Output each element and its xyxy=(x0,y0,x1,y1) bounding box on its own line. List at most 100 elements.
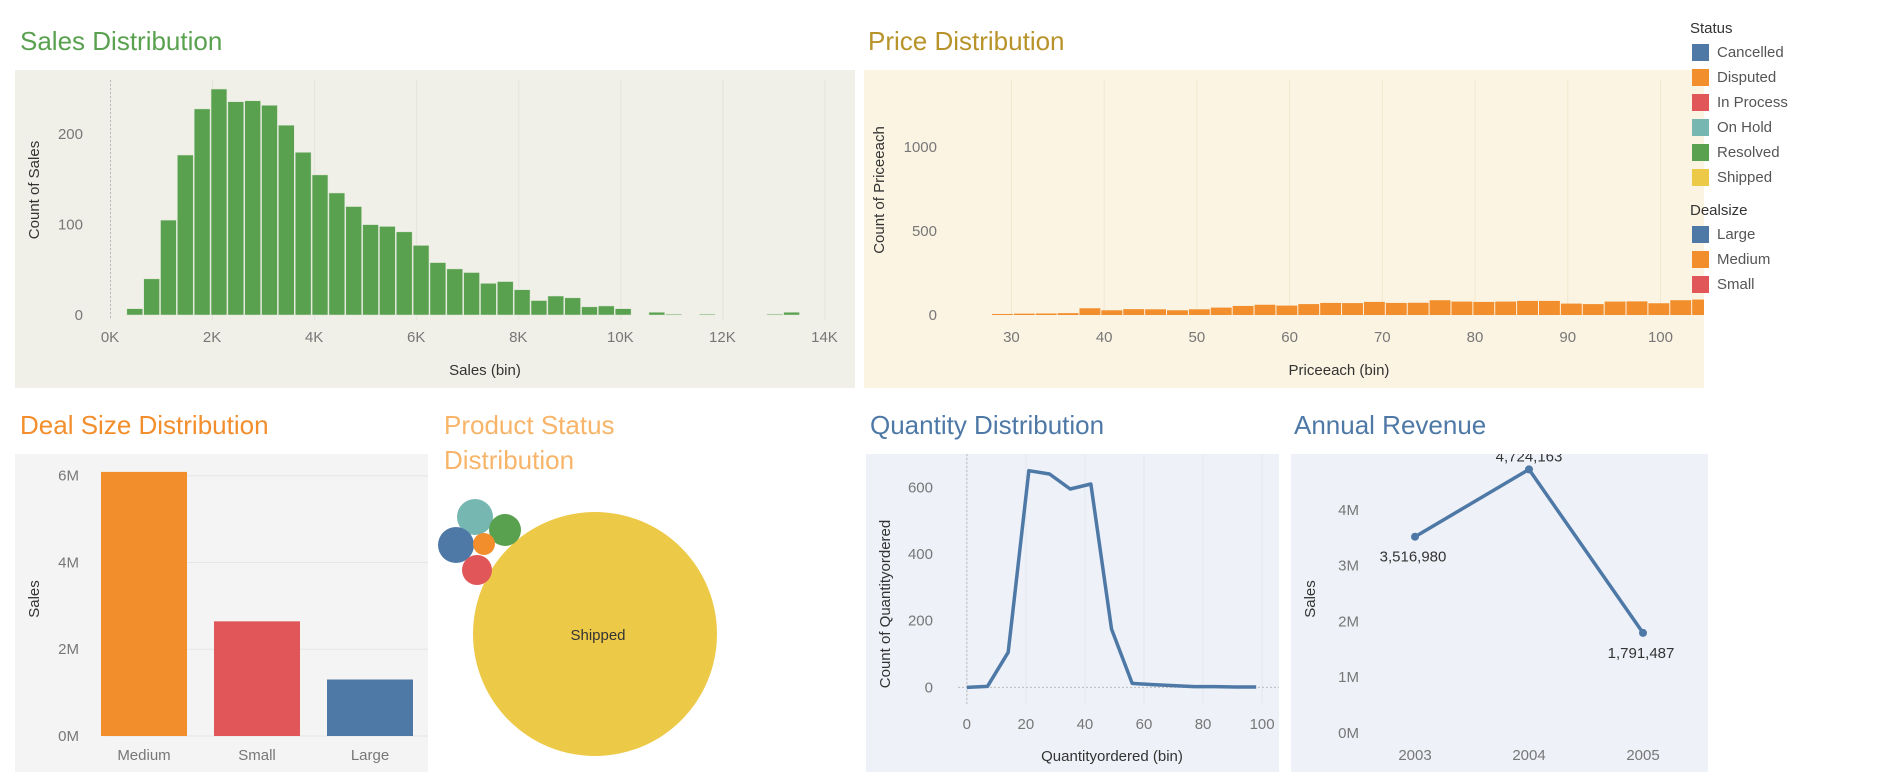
price-bar xyxy=(1429,300,1451,315)
price-bar xyxy=(1451,301,1473,315)
sales-bar xyxy=(598,305,615,316)
quantity-distribution-title: Quantity Distribution xyxy=(870,410,1105,440)
product-status-distribution-chart: Shipped xyxy=(438,499,717,756)
sales-bar xyxy=(463,272,480,316)
sales-bar xyxy=(210,88,228,316)
legend-label: On Hold xyxy=(1717,119,1773,136)
price-distribution-chart: 0 500 1000 30 40 50 60 70 80 90 100 Priceeach (bin)… xyxy=(864,70,1704,388)
sales-bar xyxy=(429,262,447,316)
legend-swatch xyxy=(1692,119,1709,136)
price-y-axis-label: Count of Priceeach xyxy=(871,126,888,254)
sales-x-tick: 2K xyxy=(203,329,221,346)
deal-size-distribution-title: Deal Size Distribution xyxy=(20,410,269,440)
status-bubble-in-process xyxy=(462,555,492,585)
legend-label: Cancelled xyxy=(1717,44,1784,61)
price-bar xyxy=(1079,308,1101,315)
dealsize-y-tick: 2M xyxy=(58,641,79,658)
price-x-tick: 60 xyxy=(1281,329,1298,346)
status-legend-item[interactable]: On Hold xyxy=(1690,115,1870,140)
sales-bar xyxy=(766,313,783,316)
status-legend-item[interactable]: Shipped xyxy=(1690,165,1870,190)
sales-bar xyxy=(345,206,362,316)
quantity-x-tick: 100 xyxy=(1250,716,1275,733)
legend-swatch xyxy=(1692,44,1709,61)
price-bar xyxy=(1232,305,1254,315)
sales-bar xyxy=(379,226,396,316)
sales-bar xyxy=(648,312,666,316)
price-bar xyxy=(1145,309,1167,315)
sales-bar xyxy=(160,219,177,316)
sales-x-axis-label: Sales (bin) xyxy=(449,362,521,379)
sales-bar xyxy=(446,268,463,316)
legend: Status Cancelled Disputed In Process On Hol… xyxy=(1690,18,1870,307)
price-bar xyxy=(1210,307,1232,315)
price-bar xyxy=(991,313,1013,315)
sales-x-tick: 10K xyxy=(607,329,634,346)
price-bar xyxy=(1604,301,1626,315)
legend-swatch xyxy=(1692,226,1709,243)
price-bar xyxy=(1407,302,1429,315)
revenue-y-tick: 4M xyxy=(1338,502,1359,519)
price-y-tick: 0 xyxy=(929,307,937,324)
revenue-x-tick: 2004 xyxy=(1512,747,1545,764)
revenue-data-label: 1,791,487 xyxy=(1608,645,1675,662)
price-bar xyxy=(1101,310,1123,315)
legend-swatch xyxy=(1692,94,1709,111)
status-bubble-disputed xyxy=(473,533,495,555)
price-bar xyxy=(1298,304,1320,315)
sales-bar xyxy=(328,192,346,316)
price-distribution-title: Price Distribution xyxy=(868,26,1065,56)
sales-bar xyxy=(295,152,312,316)
revenue-y-axis-label: Sales xyxy=(1302,580,1319,618)
sales-bar xyxy=(513,289,531,316)
price-bar xyxy=(1473,301,1495,315)
sales-bar xyxy=(614,308,632,316)
dealsize-bar xyxy=(327,679,413,736)
sales-y-tick: 100 xyxy=(58,217,83,234)
dealsize-legend-item[interactable]: Medium xyxy=(1690,247,1870,272)
dealsize-y-tick: 4M xyxy=(58,554,79,571)
sales-bar xyxy=(665,313,682,316)
price-bar xyxy=(1670,300,1692,315)
status-legend-item[interactable]: Disputed xyxy=(1690,65,1870,90)
sales-x-tick: 6K xyxy=(407,329,425,346)
revenue-data-label: 4,724,163 xyxy=(1496,454,1563,465)
quantity-y-tick: 0 xyxy=(925,679,933,696)
sales-y-axis-label: Count of Sales xyxy=(26,141,43,239)
revenue-y-tick: 1M xyxy=(1338,669,1359,686)
sales-distribution-title: Sales Distribution xyxy=(20,26,223,56)
dealsize-legend-item[interactable]: Large xyxy=(1690,222,1870,247)
legend-label: In Process xyxy=(1717,94,1788,111)
annual-revenue-chart: 0M 1M 2M 3M 4M 3,516,980 4,724,163 1,791,487 200… xyxy=(1291,454,1708,772)
price-bar xyxy=(1188,309,1210,315)
dealsize-legend-item[interactable]: Small xyxy=(1690,272,1870,297)
price-bar xyxy=(1385,302,1407,315)
price-x-tick: 80 xyxy=(1467,329,1484,346)
sales-y-tick: 200 xyxy=(58,126,83,143)
quantity-x-tick: 0 xyxy=(963,716,971,733)
sales-bar xyxy=(261,105,278,316)
price-x-tick: 90 xyxy=(1559,329,1576,346)
price-bar xyxy=(1057,313,1079,315)
legend-swatch xyxy=(1692,69,1709,86)
revenue-data-label: 3,516,980 xyxy=(1380,549,1447,566)
status-legend-item[interactable]: Cancelled xyxy=(1690,40,1870,65)
price-x-tick: 40 xyxy=(1096,329,1113,346)
sales-bar xyxy=(480,283,497,316)
sales-bar xyxy=(193,108,211,316)
status-legend-item[interactable]: Resolved xyxy=(1690,140,1870,165)
sales-bar xyxy=(278,124,295,316)
status-legend-title: Status xyxy=(1690,20,1733,37)
quantity-x-tick: 20 xyxy=(1018,716,1035,733)
status-legend-item[interactable]: In Process xyxy=(1690,90,1870,115)
sales-bar xyxy=(783,312,800,316)
price-y-tick: 500 xyxy=(912,223,937,240)
sales-bar xyxy=(412,245,430,316)
dealsize-y-tick: 6M xyxy=(58,468,79,485)
sales-bar xyxy=(126,308,143,316)
quantity-x-tick: 60 xyxy=(1136,716,1153,733)
price-bar xyxy=(1167,310,1188,315)
price-bar xyxy=(1254,304,1276,315)
price-bar xyxy=(1495,301,1517,315)
sales-bar xyxy=(530,300,548,316)
